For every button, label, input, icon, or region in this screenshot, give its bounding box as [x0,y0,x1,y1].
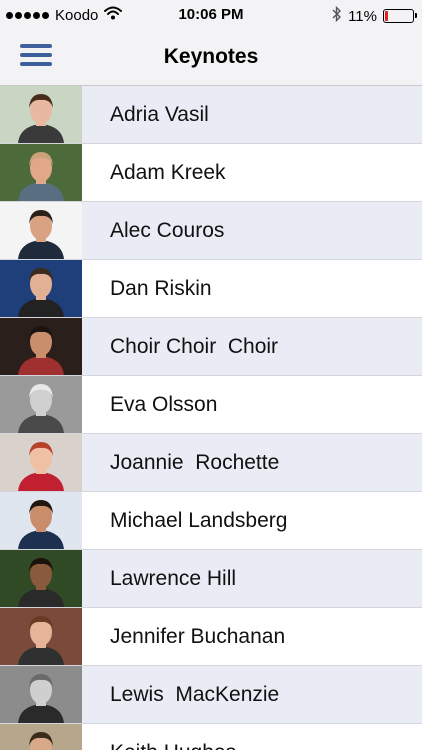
list-item[interactable]: Choir Choir Choir [0,318,422,376]
speaker-name: Joannie Rochette [110,450,280,474]
speaker-photo [0,202,82,259]
list-item[interactable]: Lewis MacKenzie [0,666,422,724]
bluetooth-icon [332,5,342,26]
list-item[interactable]: Joannie Rochette [0,434,422,492]
speaker-name: Lewis MacKenzie [110,682,280,706]
battery-level-fill [385,11,388,21]
list-item[interactable]: Adam Kreek [0,144,422,202]
page-title: Keynotes [163,45,259,68]
speaker-photo [0,434,82,491]
list-item[interactable]: Adria Vasil [0,86,422,144]
speaker-name: Dan Riskin [110,276,212,300]
list-item[interactable]: Jennifer Buchanan [0,608,422,666]
list-item[interactable]: Lawrence Hill [0,550,422,608]
speaker-photo [0,318,82,375]
speaker-name: Lawrence Hill [110,566,237,590]
speaker-name: Eva Olsson [110,392,218,416]
list-item[interactable]: Keith Hughes [0,724,422,750]
speaker-name: Keith Hughes [110,741,236,750]
list-item[interactable]: Michael Landsberg [0,492,422,550]
list-item[interactable]: Eva Olsson [0,376,422,434]
speaker-photo [0,144,82,201]
speaker-name: Jennifer Buchanan [110,624,286,648]
speaker-list: Adria Vasil Adam Kreek Alec Couros Dan Risk… [0,86,422,750]
nav-bar: Keynotes [0,30,422,86]
speaker-photo [0,492,82,549]
status-right: 11% [332,5,417,26]
speaker-photo [0,550,82,607]
list-item[interactable]: Alec Couros [0,202,422,260]
speaker-photo [0,724,82,750]
battery-percent: 11% [348,7,377,25]
status-bar: Koodo 10:06 PM 11% [0,0,422,30]
speaker-name: Adam Kreek [110,160,226,184]
list-item[interactable]: Dan Riskin [0,260,422,318]
speaker-photo [0,260,82,317]
speaker-photo [0,666,82,723]
speaker-name: Adria Vasil [110,102,209,126]
speaker-photo [0,376,82,433]
speaker-name: Michael Landsberg [110,508,288,532]
speaker-photo [0,86,82,143]
speaker-name: Choir Choir Choir [110,334,279,358]
speaker-photo [0,608,82,665]
battery-icon [383,9,417,23]
speaker-name: Alec Couros [110,218,225,242]
